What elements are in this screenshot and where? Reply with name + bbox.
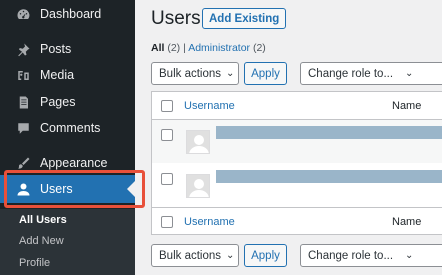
brush-icon	[15, 155, 31, 171]
avatar	[186, 174, 210, 198]
redacted-user-info	[216, 170, 442, 183]
bulk-actions-select-top[interactable]: Bulk actions ⌄	[151, 62, 239, 85]
select-all-checkbox[interactable]	[161, 216, 173, 228]
row-checkbox[interactable]	[161, 129, 173, 141]
apply-button-bottom[interactable]: Apply	[244, 244, 287, 267]
submenu-item-profile[interactable]: Profile	[19, 257, 50, 269]
column-footer-username[interactable]: Username	[184, 216, 235, 228]
table-row	[152, 164, 442, 207]
chevron-down-icon: ⌄	[226, 68, 235, 79]
avatar	[186, 130, 210, 154]
table-row	[152, 120, 442, 163]
table-footer-row: Username Name	[152, 207, 442, 235]
apply-button-top[interactable]: Apply	[244, 62, 287, 85]
chevron-down-icon: ⌄	[226, 250, 235, 261]
sidebar-item-label: Appearance	[40, 156, 108, 170]
users-highlight-annotation	[4, 170, 145, 208]
filter-all-label[interactable]: All	[151, 42, 164, 54]
chevron-down-icon: ⌄	[405, 250, 414, 261]
sidebar-item-dashboard[interactable]: Dashboard	[0, 0, 135, 28]
role-filter-links: All (2) | Administrator (2)	[151, 42, 266, 54]
submenu-item-all-users[interactable]: All Users	[19, 214, 67, 226]
sidebar-item-posts[interactable]: Posts	[0, 35, 135, 63]
chevron-down-icon: ⌄	[405, 68, 414, 79]
pin-icon	[15, 41, 31, 57]
bulk-actions-label: Bulk actions	[159, 249, 222, 262]
sidebar-item-media[interactable]: Media	[0, 61, 135, 89]
row-checkbox[interactable]	[161, 173, 173, 185]
sidebar-item-label: Pages	[40, 95, 76, 109]
page-icon	[15, 94, 31, 110]
column-header-name[interactable]: Name	[392, 100, 421, 112]
redacted-user-info	[216, 126, 442, 139]
dashboard-icon	[15, 6, 31, 22]
filter-separator: |	[183, 42, 186, 54]
table-header-row: Username Name	[152, 92, 442, 120]
change-role-select-bottom[interactable]: Change role to... ⌄	[300, 244, 442, 267]
change-role-label: Change role to...	[308, 249, 394, 262]
filter-all-count: (2)	[167, 42, 181, 54]
sidebar-item-label: Dashboard	[40, 7, 102, 21]
change-role-select-top[interactable]: Change role to... ⌄	[300, 62, 442, 85]
page-title: Users	[151, 8, 201, 29]
comment-icon	[15, 120, 31, 136]
change-role-label: Change role to...	[308, 67, 394, 80]
admin-sidebar: Dashboard Posts Media Pages Comments App…	[0, 0, 135, 275]
sidebar-item-label: Media	[40, 68, 75, 82]
main-content: Users Add Existing All (2) | Administrat…	[135, 0, 442, 275]
bulk-actions-label: Bulk actions	[159, 67, 222, 80]
filter-administrator-count: (2)	[252, 42, 266, 54]
media-icon	[15, 67, 31, 83]
submenu-item-add-new[interactable]: Add New	[19, 235, 64, 247]
column-header-username[interactable]: Username	[184, 100, 235, 112]
add-existing-button[interactable]: Add Existing	[202, 8, 287, 29]
sidebar-item-label: Posts	[40, 42, 72, 56]
sidebar-item-pages[interactable]: Pages	[0, 88, 135, 116]
users-submenu: All Users Add New Profile	[0, 209, 135, 275]
filter-administrator-label[interactable]: Administrator	[188, 42, 250, 54]
sidebar-item-label: Comments	[40, 121, 101, 135]
select-all-checkbox[interactable]	[161, 100, 173, 112]
bulk-actions-select-bottom[interactable]: Bulk actions ⌄	[151, 244, 239, 267]
sidebar-item-comments[interactable]: Comments	[0, 114, 135, 142]
users-table: Username Name Username Name	[151, 91, 442, 235]
column-footer-name[interactable]: Name	[392, 216, 421, 228]
